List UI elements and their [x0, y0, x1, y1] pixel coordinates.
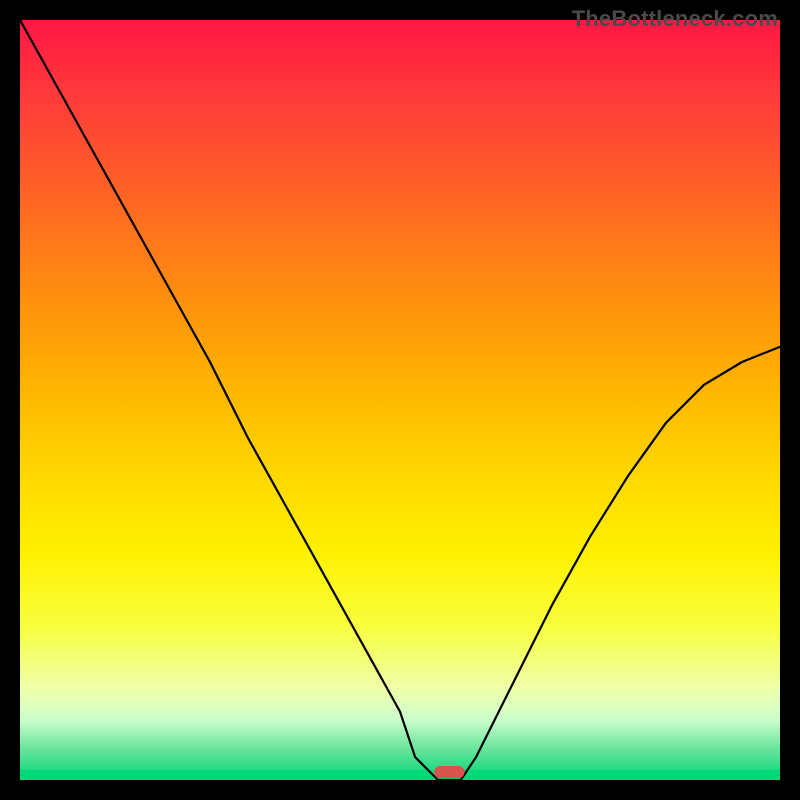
chart-frame: TheBottleneck.com [0, 0, 800, 800]
minimum-marker [434, 766, 464, 778]
plot-area [20, 20, 780, 780]
watermark-text: TheBottleneck.com [572, 6, 778, 32]
chart-svg [20, 20, 780, 780]
